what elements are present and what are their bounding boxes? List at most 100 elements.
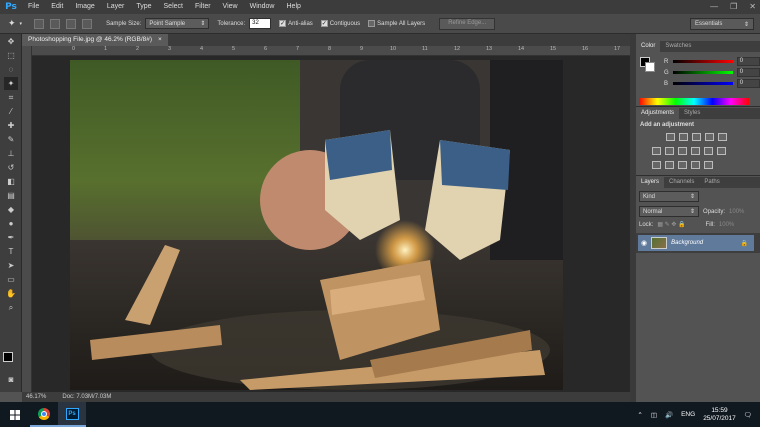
menu-view[interactable]: View [217,0,244,14]
close-window-button[interactable]: ✕ [749,2,756,11]
color-spectrum[interactable] [639,98,749,105]
marquee-tool-icon[interactable]: ⬚ [4,49,18,62]
green-slider[interactable] [673,71,733,74]
gradient-map-icon[interactable] [691,161,700,169]
bg-color-swatch[interactable] [645,62,655,72]
fill-value[interactable]: 100% [719,222,734,228]
lock-icons[interactable]: ▦ ✎ ✥ 🔒 [657,221,685,228]
tab-paths[interactable]: Paths [699,177,724,188]
menu-select[interactable]: Select [158,0,189,14]
menu-layer[interactable]: Layer [101,0,131,14]
restore-button[interactable]: ❐ [730,2,737,11]
sample-size-select[interactable]: Point Sample ⇕ [145,18,210,29]
tab-swatches[interactable]: Swatches [660,41,696,52]
tab-layers[interactable]: Layers [636,177,665,188]
healing-tool-icon[interactable]: ✚ [4,119,18,132]
lasso-tool-icon[interactable]: ◌ [4,63,18,76]
windows-start-icon[interactable] [0,402,30,427]
magic-wand-icon[interactable]: ✦ [4,77,18,90]
brightness-adjustment-icon[interactable] [666,133,675,141]
add-selection-icon[interactable] [50,18,61,29]
menu-filter[interactable]: Filter [189,0,217,14]
magic-wand-tool-icon[interactable]: ✦ [8,18,16,29]
zoom-tool-icon[interactable]: ⌕ [4,301,18,314]
posterize-icon[interactable] [665,161,674,169]
menu-file[interactable]: File [22,0,45,14]
tool-preset-arrow-icon[interactable]: ▾ [20,21,23,27]
eraser-tool-icon[interactable]: ◧ [4,175,18,188]
type-tool-icon[interactable]: T [4,245,18,258]
photo-filter-icon[interactable] [691,147,700,155]
threshold-icon[interactable] [678,161,687,169]
vibrance-adjustment-icon[interactable] [718,133,727,141]
color-balance-icon[interactable] [665,147,674,155]
menu-image[interactable]: Image [69,0,100,14]
curves-adjustment-icon[interactable] [692,133,701,141]
selective-color-icon[interactable] [704,161,713,169]
menu-type[interactable]: Type [130,0,157,14]
document-image[interactable] [70,60,563,390]
dodge-tool-icon[interactable]: ● [4,217,18,230]
levels-adjustment-icon[interactable] [679,133,688,141]
anti-alias-checkbox[interactable]: ✓ Anti-alias [279,19,313,27]
foreground-color-swatch[interactable] [3,352,13,362]
layer-filter-select[interactable]: Kind ⇕ [639,191,699,202]
tab-adjustments[interactable]: Adjustments [636,108,680,119]
sample-all-layers-checkbox[interactable]: Sample All Layers [368,19,425,27]
green-value[interactable]: 0 [736,68,760,77]
eye-icon[interactable]: ◉ [641,239,647,247]
move-tool-icon[interactable]: ✥ [4,35,18,48]
menu-edit[interactable]: Edit [45,0,69,14]
hue-adjustment-icon[interactable] [652,147,661,155]
menu-window[interactable]: Window [244,0,281,14]
zoom-level[interactable]: 46.17% [26,394,46,400]
hand-tool-icon[interactable]: ✋ [4,287,18,300]
network-icon[interactable]: ◫ [651,411,657,419]
minimize-button[interactable]: — [710,2,718,11]
stamp-tool-icon[interactable]: ⊥ [4,147,18,160]
chrome-icon[interactable] [30,402,58,427]
brush-tool-icon[interactable]: ✎ [4,133,18,146]
history-brush-icon[interactable]: ↺ [4,161,18,174]
language-indicator[interactable]: ENG [681,411,695,418]
path-select-icon[interactable]: ➤ [4,259,18,272]
crop-tool-icon[interactable]: ⌗ [4,91,18,104]
eyedropper-tool-icon[interactable]: ⁄ [4,105,18,118]
tab-color[interactable]: Color [636,41,661,52]
black-white-icon[interactable] [678,147,687,155]
document-tab[interactable]: Photoshopping File.jpg @ 46.2% (RGB/8#) … [22,34,168,46]
layer-name[interactable]: Background [671,240,703,246]
red-value[interactable]: 0 [736,57,760,66]
quick-mask-icon[interactable]: ◙ [4,373,18,386]
blend-mode-select[interactable]: Normal ⇕ [639,206,699,217]
close-tab-icon[interactable]: × [158,36,162,44]
shape-tool-icon[interactable]: ▭ [4,273,18,286]
tab-styles[interactable]: Styles [679,108,705,119]
photoshop-taskbar-icon[interactable]: Ps [58,402,86,427]
menu-help[interactable]: Help [281,0,307,14]
red-slider[interactable] [673,60,733,63]
layer-background[interactable]: ◉ Background 🔒 [638,235,754,251]
clock[interactable]: 15:59 25/07/2017 [703,407,736,423]
volume-icon[interactable]: 🔊 [665,411,673,419]
workspace-select[interactable]: Essentials ⇕ [690,18,754,30]
notifications-icon[interactable]: 🗨 [744,411,752,419]
blue-value[interactable]: 0 [736,79,760,88]
color-lookup-icon[interactable] [717,147,726,155]
refine-edge-button[interactable]: Refine Edge... [439,17,496,30]
invert-icon[interactable] [652,161,661,169]
new-selection-icon[interactable] [34,18,45,29]
channel-mixer-icon[interactable] [704,147,713,155]
tab-channels[interactable]: Channels [664,177,699,188]
opacity-value[interactable]: 100% [729,209,744,215]
intersect-selection-icon[interactable] [82,18,93,29]
exposure-adjustment-icon[interactable] [705,133,714,141]
blur-tool-icon[interactable]: ◆ [4,203,18,216]
chevron-up-icon[interactable]: ⌃ [637,411,642,419]
contiguous-checkbox[interactable]: ✓ Contiguous [320,19,360,27]
tolerance-input[interactable]: 32 [249,18,272,29]
pen-tool-icon[interactable]: ✒ [4,231,18,244]
blue-slider[interactable] [673,82,733,85]
subtract-selection-icon[interactable] [66,18,77,29]
gradient-tool-icon[interactable]: ▤ [4,189,18,202]
